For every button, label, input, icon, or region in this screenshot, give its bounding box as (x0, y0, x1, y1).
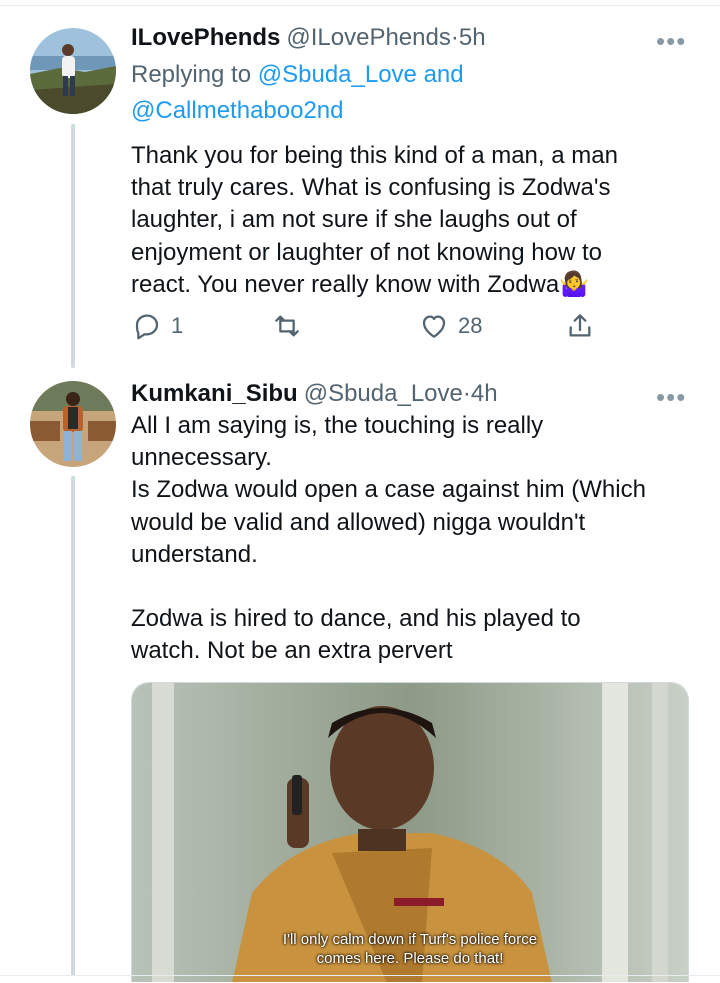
tweet1-actions: 1 28 (131, 310, 611, 346)
tweet1-body: Thank you for being this kind of a man, … (131, 140, 701, 301)
like-count: 28 (458, 313, 483, 338)
top-divider (0, 0, 720, 6)
media-caption: I'll only calm down if Turf's police for… (132, 930, 688, 968)
replying-prefix: Replying to (131, 61, 252, 88)
heart-icon (422, 315, 446, 338)
tweet-text-line: would be valid and allowed) nigga wouldn… (131, 508, 586, 536)
replying-and: and (423, 61, 464, 88)
bottom-divider (0, 975, 720, 976)
separator-dot: · (462, 380, 471, 407)
tweet-thread: ILovePhends @ILovePhends·5h ••• Replying … (0, 0, 720, 983)
timestamp[interactable]: 4h (471, 380, 498, 407)
tweet-text-line: All I am saying is, the touching is real… (131, 412, 544, 439)
reply-button[interactable]: 1 (131, 310, 183, 342)
more-dots-icon[interactable]: ••• (656, 28, 686, 54)
separator-dot: · (450, 24, 459, 51)
display-name[interactable]: ILovePhends (131, 24, 280, 51)
tweet-text-line: watch. Not be an extra pervert (131, 637, 453, 665)
avatar-photo-coast (30, 28, 116, 114)
share-icon (569, 314, 591, 337)
mention-link[interactable]: @Callmethaboo2nd (131, 97, 344, 124)
more-dots-icon[interactable]: ••• (656, 384, 686, 410)
like-button[interactable]: 28 (418, 310, 482, 342)
tweet-text-line: Zodwa is hired to dance, and his played … (131, 605, 581, 633)
user-handle[interactable]: @Sbuda_Love (304, 380, 463, 407)
tweet-text-line: that truly cares. What is confusing is Z… (131, 174, 611, 202)
avatar-ilovephends[interactable] (30, 28, 116, 114)
tweet-text-line: laughter, i am not sure if she laughs ou… (131, 206, 577, 234)
thread-line-bottom (71, 476, 75, 976)
tweet-text-line: react. You never really know with Zodwa🤷… (131, 270, 590, 298)
display-name[interactable]: Kumkani_Sibu (131, 380, 298, 407)
thread-line-top (71, 124, 75, 368)
tweet-text-line: Is Zodwa would open a case against him (… (131, 476, 646, 504)
tweet-text-line: unnecessary. (131, 444, 272, 472)
tweet1-header: ILovePhends @ILovePhends·5h (131, 24, 486, 52)
retweet-button[interactable] (271, 310, 311, 342)
replying-to-line2: @Callmethaboo2nd (131, 93, 344, 129)
tweet-text-line: enjoyment or laughter of not knowing how… (131, 238, 602, 266)
retweet-icon (275, 315, 299, 337)
tweet-text-line: understand. (131, 540, 258, 568)
avatar-kumkani-sibu[interactable] (30, 381, 116, 467)
avatar-photo-man (30, 381, 116, 467)
tweet-media-image[interactable]: I'll only calm down if Turf's police for… (131, 682, 689, 982)
replying-to: Replying to @Sbuda_Love and (131, 57, 464, 93)
timestamp[interactable]: 5h (459, 24, 486, 51)
reply-bubble-icon (135, 314, 159, 340)
mention-link[interactable]: @Sbuda_Love (258, 61, 417, 88)
caption-line: I'll only calm down if Turf's police for… (282, 931, 538, 948)
reply-count: 1 (171, 313, 184, 338)
tweet2-body: All I am saying is, the touching is real… (131, 410, 701, 668)
share-button[interactable] (564, 310, 596, 342)
caption-line: comes here. Please do that! (316, 950, 504, 967)
tweet-text-line: Thank you for being this kind of a man, … (131, 142, 618, 169)
user-handle[interactable]: @ILovePhends (286, 24, 450, 51)
tweet2-header: Kumkani_Sibu @Sbuda_Love·4h (131, 380, 498, 408)
